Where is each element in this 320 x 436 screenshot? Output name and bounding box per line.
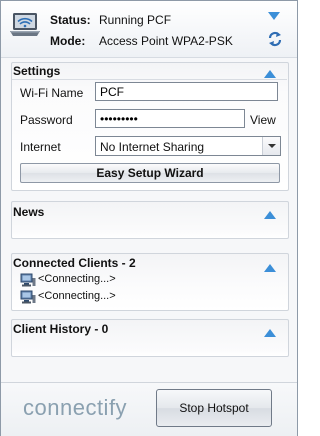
- news-title: News: [13, 205, 45, 219]
- chevron-up-icon[interactable]: [264, 264, 276, 272]
- internet-sharing-select[interactable]: No Internet Sharing: [95, 136, 281, 156]
- computer-icon: [20, 273, 36, 287]
- client-history-title: Client History - 0: [13, 322, 109, 336]
- connected-clients-title: Connected Clients - 2: [13, 256, 136, 270]
- chevron-down-icon[interactable]: [268, 11, 280, 21]
- internet-sharing-value: No Internet Sharing: [100, 140, 205, 154]
- status-header: Status: Running PCF Mode: Access Point W…: [1, 1, 297, 58]
- news-panel: [11, 201, 289, 239]
- internet-label: Internet: [20, 140, 61, 154]
- chevron-up-icon[interactable]: [264, 211, 276, 219]
- mode-value: Access Point WPA2-PSK: [99, 34, 233, 48]
- password-label: Password: [20, 113, 73, 127]
- wifi-laptop-icon: [10, 13, 40, 36]
- wifi-name-label: Wi-Fi Name: [20, 86, 84, 100]
- connectify-logo: connectify: [23, 395, 128, 420]
- mode-label: Mode:: [50, 34, 86, 48]
- footer-bar: connectify Stop Hotspot: [1, 382, 297, 436]
- dropdown-arrow-icon[interactable]: [262, 137, 280, 155]
- hotspot-window: Status: Running PCF Mode: Access Point W…: [0, 0, 298, 436]
- chevron-up-icon[interactable]: [264, 329, 276, 337]
- stop-hotspot-button[interactable]: Stop Hotspot: [156, 389, 272, 427]
- settings-divider: [12, 79, 287, 80]
- computer-icon: [20, 290, 36, 304]
- client-name: <Connecting...>: [38, 273, 116, 285]
- chevron-up-icon[interactable]: [264, 70, 276, 78]
- client-name: <Connecting...>: [38, 290, 116, 302]
- status-value: Running PCF: [99, 13, 172, 27]
- password-input[interactable]: [95, 109, 245, 128]
- view-password-link[interactable]: View: [250, 113, 276, 127]
- settings-title: Settings: [13, 64, 61, 78]
- wifi-name-input[interactable]: [95, 82, 278, 101]
- easy-setup-wizard-button[interactable]: Easy Setup Wizard: [20, 163, 280, 183]
- status-label: Status:: [50, 13, 91, 27]
- refresh-icon[interactable]: [266, 30, 284, 48]
